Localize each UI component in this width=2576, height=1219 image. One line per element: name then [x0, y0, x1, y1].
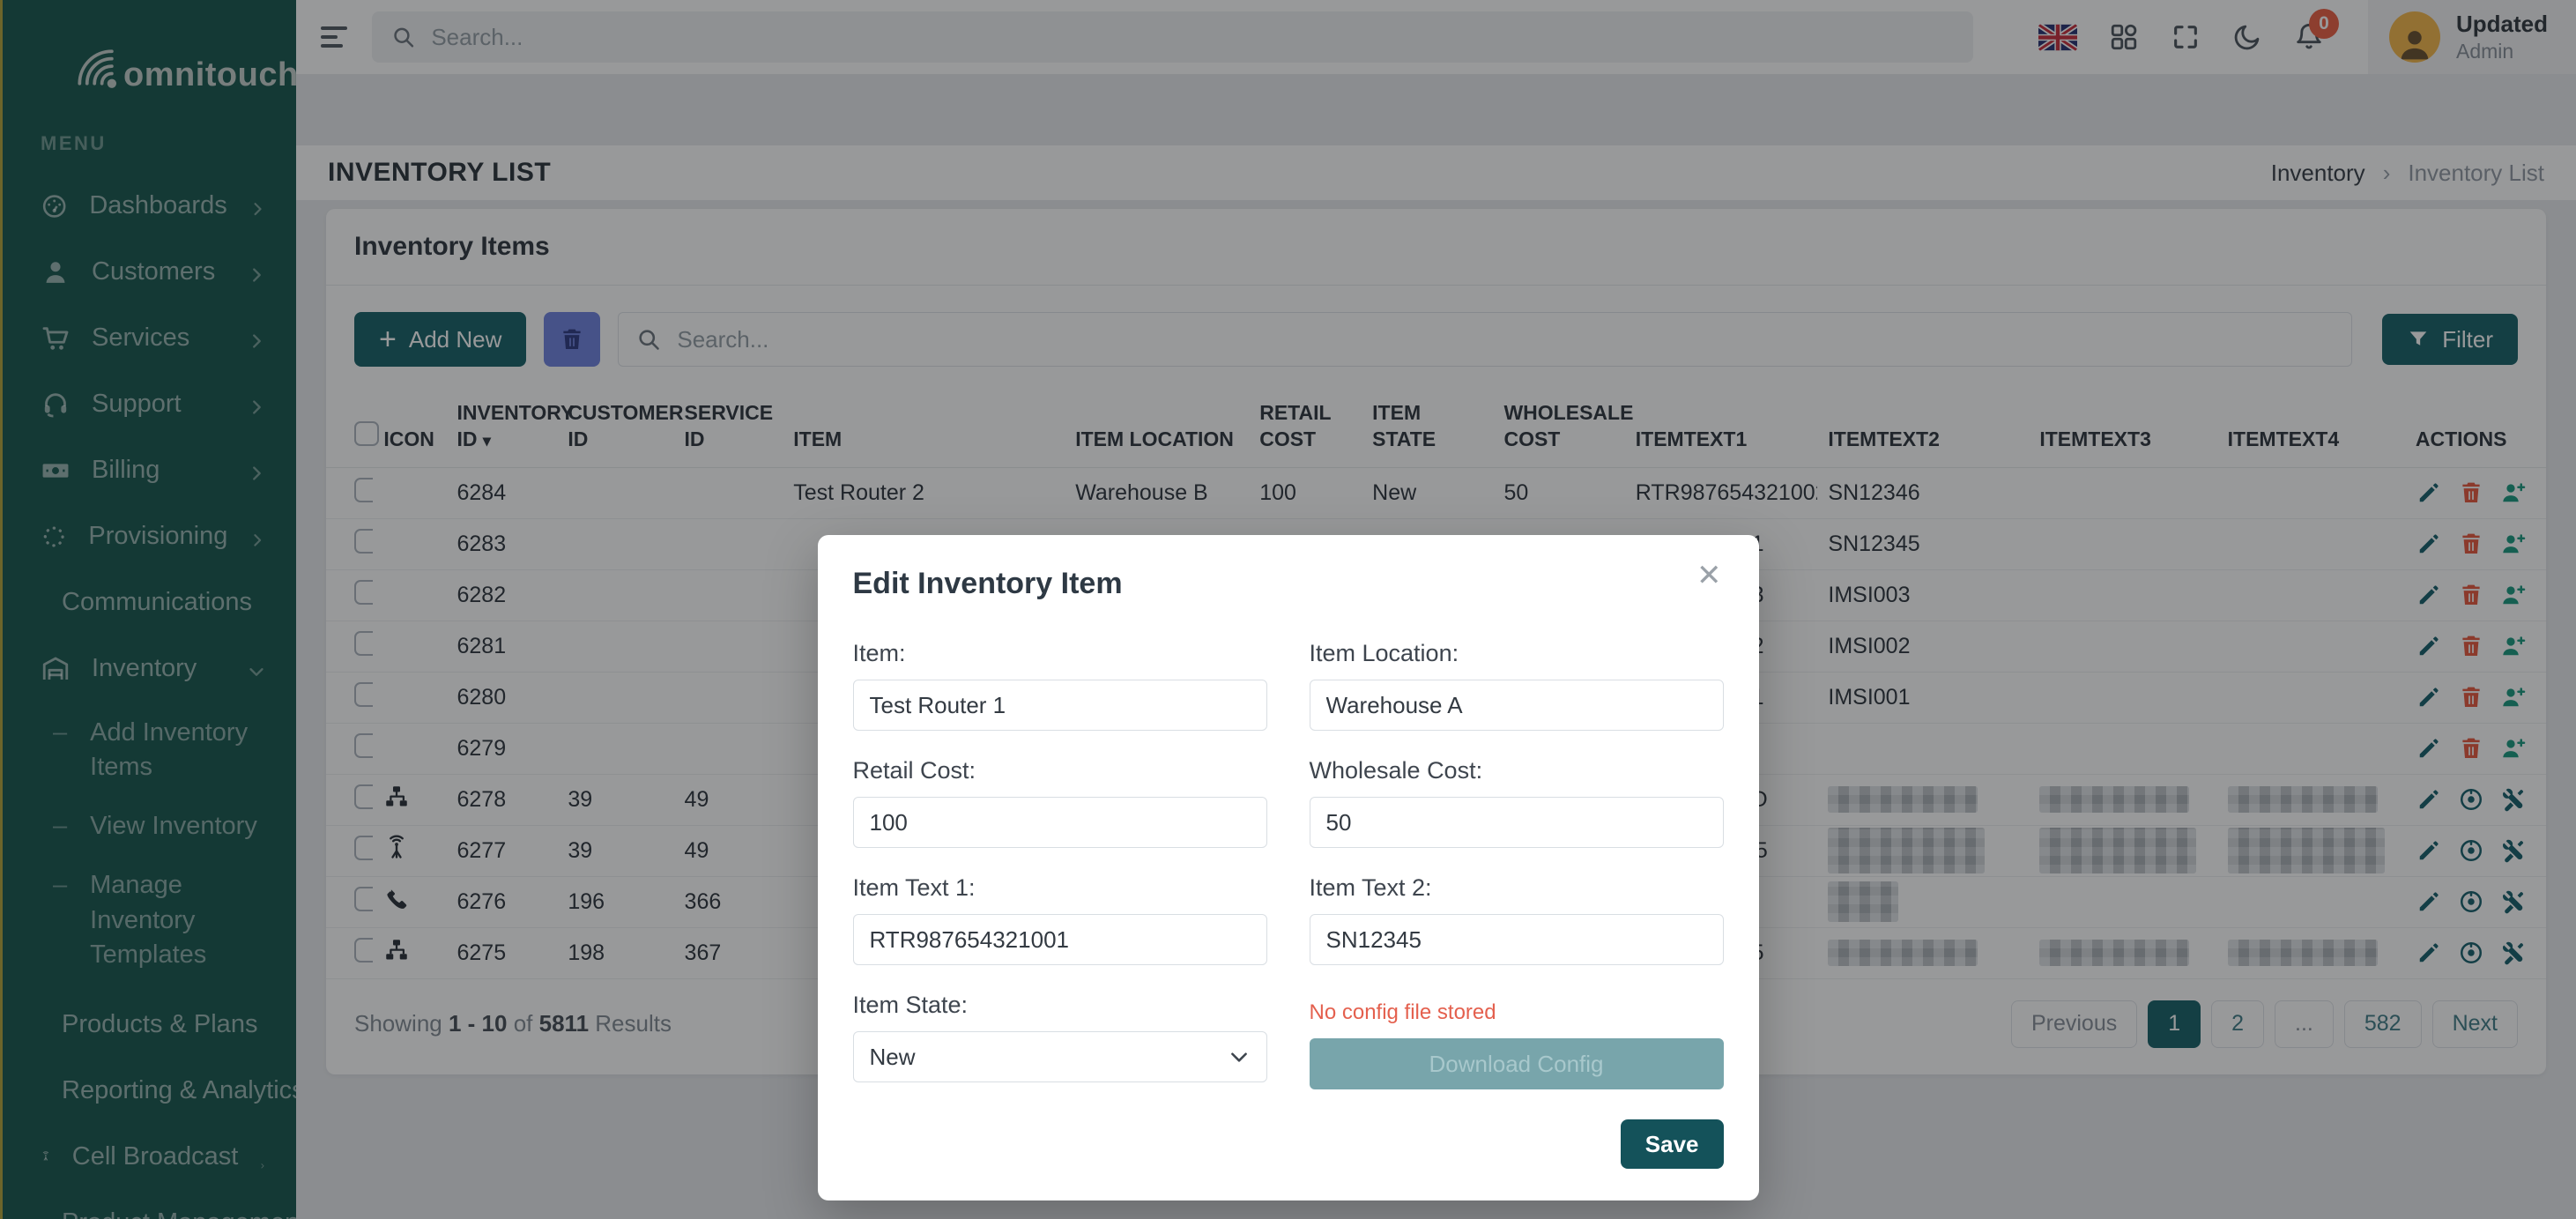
item-state-label: Item State:	[853, 992, 1267, 1019]
save-button[interactable]: Save	[1621, 1119, 1724, 1169]
edit-inventory-item-modal: ✕ Edit Inventory Item Item: Item Locatio…	[818, 535, 1759, 1200]
modal-title: Edit Inventory Item	[853, 567, 1724, 601]
retail-cost-input[interactable]	[853, 797, 1267, 848]
item-text1-label: Item Text 1:	[853, 874, 1267, 902]
download-config-button[interactable]: Download Config	[1310, 1038, 1724, 1089]
config-note: No config file stored	[1310, 1000, 1724, 1025]
retail-cost-label: Retail Cost:	[853, 757, 1267, 784]
chevron-down-icon	[1228, 1045, 1251, 1068]
item-input[interactable]	[853, 680, 1267, 731]
item-location-input[interactable]	[1310, 680, 1724, 731]
item-text2-label: Item Text 2:	[1310, 874, 1724, 902]
wholesale-cost-input[interactable]	[1310, 797, 1724, 848]
close-icon[interactable]: ✕	[1691, 560, 1727, 591]
item-state-select[interactable]: New	[853, 1031, 1267, 1082]
item-location-label: Item Location:	[1310, 640, 1724, 667]
item-text1-input[interactable]	[853, 914, 1267, 965]
item-text2-input[interactable]	[1310, 914, 1724, 965]
wholesale-cost-label: Wholesale Cost:	[1310, 757, 1724, 784]
item-label: Item:	[853, 640, 1267, 667]
